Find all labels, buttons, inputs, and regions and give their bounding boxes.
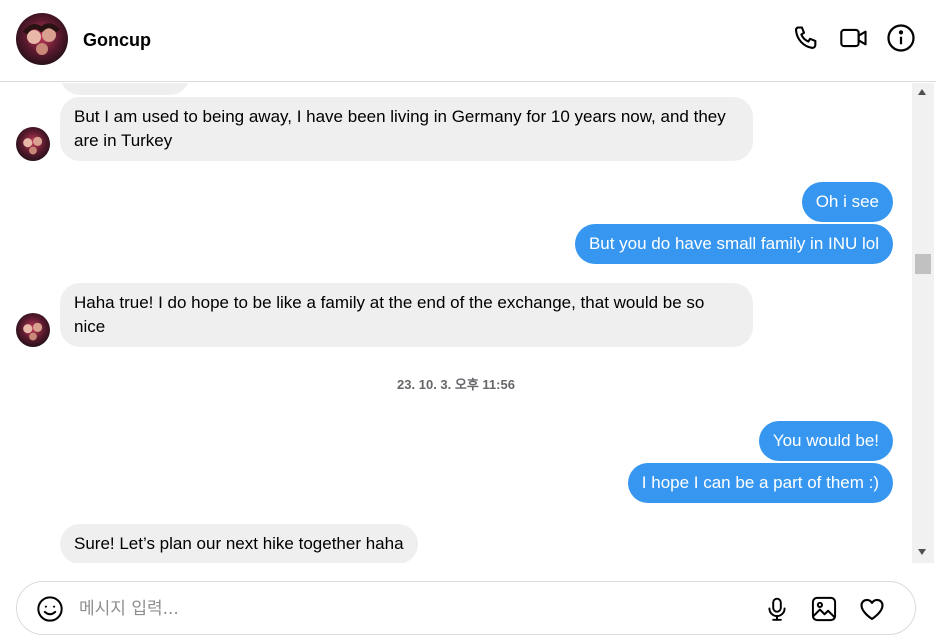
message-bubble-partial bbox=[60, 83, 190, 95]
info-icon[interactable] bbox=[885, 22, 917, 54]
scroll-down-arrow-icon[interactable] bbox=[918, 549, 926, 555]
message-outgoing[interactable]: I hope I can be a part of them :) bbox=[627, 463, 893, 503]
message-incoming[interactable]: Sure! Let’s plan our next hike together … bbox=[60, 524, 418, 563]
sender-avatar[interactable] bbox=[16, 313, 50, 347]
video-camera-icon[interactable] bbox=[838, 22, 870, 54]
message-composer bbox=[16, 581, 916, 635]
contact-name[interactable]: Goncup bbox=[83, 30, 151, 51]
thread-scrollbar[interactable] bbox=[912, 83, 934, 563]
chat-header: Goncup bbox=[0, 0, 936, 82]
avatar[interactable] bbox=[16, 13, 68, 65]
message-outgoing[interactable]: You would be! bbox=[758, 421, 893, 461]
message-thread[interactable]: But I am used to being away, I have been… bbox=[0, 83, 912, 563]
phone-icon[interactable] bbox=[790, 22, 822, 54]
emoji-icon[interactable] bbox=[35, 594, 65, 624]
message-outgoing[interactable]: Oh i see bbox=[801, 182, 893, 222]
message-outgoing[interactable]: But you do have small family in INU lol bbox=[574, 224, 893, 264]
message-incoming[interactable]: Haha true! I do hope to be like a family… bbox=[60, 283, 753, 347]
message-timestamp: 23. 10. 3. 오후 11:56 bbox=[397, 377, 515, 392]
message-incoming[interactable]: But I am used to being away, I have been… bbox=[60, 97, 753, 161]
scroll-up-arrow-icon[interactable] bbox=[918, 89, 926, 95]
sender-avatar[interactable] bbox=[16, 127, 50, 161]
image-icon[interactable] bbox=[809, 594, 839, 624]
scrollbar-thumb[interactable] bbox=[915, 254, 931, 274]
heart-icon[interactable] bbox=[857, 594, 887, 624]
microphone-icon[interactable] bbox=[762, 594, 792, 624]
message-input[interactable] bbox=[79, 596, 739, 622]
